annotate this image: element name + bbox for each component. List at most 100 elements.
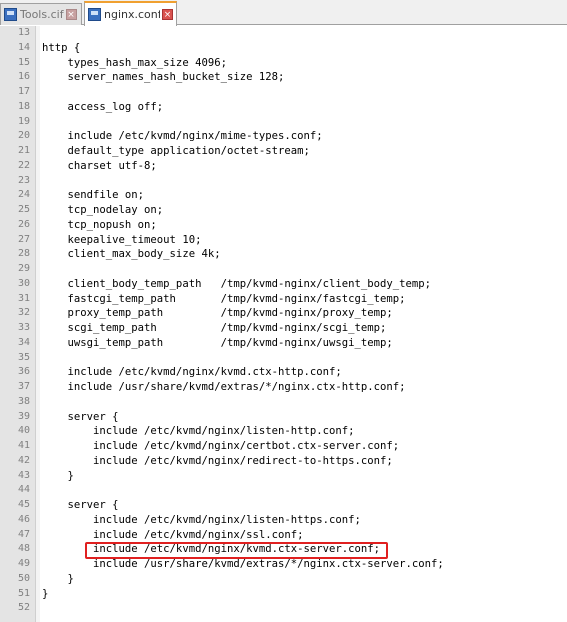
line-number: 49 <box>17 558 30 569</box>
code-line[interactable]: 45 server { <box>0 498 567 513</box>
line-number: 21 <box>17 145 30 156</box>
line-number: 37 <box>17 381 30 392</box>
code-text: include /usr/share/kvmd/extras/*/nginx.c… <box>42 558 444 570</box>
code-text: tcp_nopush on; <box>42 218 157 231</box>
code-line[interactable]: 22 charset utf-8; <box>0 159 567 174</box>
line-number: 22 <box>17 159 30 171</box>
code-line[interactable]: 43 } <box>0 469 567 484</box>
line-number: 30 <box>17 277 30 289</box>
code-line[interactable]: 37 include /usr/share/kvmd/extras/*/ngin… <box>0 380 567 395</box>
code-text: default_type application/octet-stream; <box>42 145 310 157</box>
line-number: 34 <box>17 336 30 348</box>
code-line[interactable]: 31 fastcgi_temp_path /tmp/kvmd-nginx/fas… <box>0 292 567 307</box>
code-text: uwsgi_temp_path /tmp/kvmd-nginx/uwsgi_te… <box>42 336 393 349</box>
code-line[interactable]: 48 include /etc/kvmd/nginx/kvmd.ctx-serv… <box>0 542 567 557</box>
code-text: include /etc/kvmd/nginx/redirect-to-http… <box>42 454 393 467</box>
code-line[interactable]: 41 include /etc/kvmd/nginx/certbot.ctx-s… <box>0 439 567 454</box>
code-line[interactable]: 46 include /etc/kvmd/nginx/listen-https.… <box>0 513 567 528</box>
code-text: fastcgi_temp_path /tmp/kvmd-nginx/fastcg… <box>42 292 406 305</box>
code-line[interactable]: 19 <box>0 115 567 130</box>
code-line[interactable]: 26 tcp_nopush on; <box>0 218 567 233</box>
code-line[interactable]: 32 proxy_temp_path /tmp/kvmd-nginx/proxy… <box>0 306 567 321</box>
code-line[interactable]: 28 client_max_body_size 4k; <box>0 247 567 262</box>
code-line[interactable]: 52 <box>0 601 567 616</box>
code-line[interactable]: 39 server { <box>0 410 567 425</box>
code-text: server { <box>42 499 119 511</box>
tab-label: nginx.conf <box>104 8 160 21</box>
code-line[interactable]: 51} <box>0 587 567 602</box>
line-number: 20 <box>17 130 30 142</box>
code-text: include /usr/share/kvmd/extras/*/nginx.c… <box>42 381 406 393</box>
line-number: 36 <box>17 366 30 378</box>
code-line[interactable]: 33 scgi_temp_path /tmp/kvmd-nginx/scgi_t… <box>0 321 567 336</box>
line-number: 33 <box>17 322 30 333</box>
line-number: 32 <box>17 307 30 319</box>
code-text: include /etc/kvmd/nginx/certbot.ctx-serv… <box>42 440 400 452</box>
code-line[interactable]: 23 <box>0 174 567 189</box>
line-number: 43 <box>17 469 30 481</box>
line-number: 15 <box>17 56 30 68</box>
code-line[interactable]: 34 uwsgi_temp_path /tmp/kvmd-nginx/uwsgi… <box>0 336 567 351</box>
code-line[interactable]: 50 } <box>0 572 567 587</box>
tab-nginx-conf[interactable]: nginx.conf × <box>84 1 177 26</box>
code-line[interactable]: 14 http { <box>0 41 567 56</box>
line-number: 13 <box>17 27 30 38</box>
line-number: 17 <box>17 86 30 97</box>
code-text: keepalive_timeout 10; <box>42 233 202 246</box>
code-text: proxy_temp_path /tmp/kvmd-nginx/proxy_te… <box>42 307 393 320</box>
code-line[interactable]: 40 include /etc/kvmd/nginx/listen-http.c… <box>0 424 567 439</box>
code-line[interactable]: 47 include /etc/kvmd/nginx/ssl.conf; <box>0 528 567 543</box>
code-text: client_body_temp_path /tmp/kvmd-nginx/cl… <box>42 277 432 290</box>
code-text: include /etc/kvmd/nginx/listen-http.conf… <box>42 425 355 438</box>
line-number: 40 <box>17 425 30 437</box>
line-number: 29 <box>17 263 30 274</box>
code-line[interactable]: 17 <box>0 85 567 100</box>
code-line[interactable]: 44 <box>0 483 567 498</box>
code-line[interactable]: 20 include /etc/kvmd/nginx/mime-types.co… <box>0 129 567 144</box>
close-icon[interactable]: × <box>65 9 77 20</box>
line-number: 18 <box>17 100 30 112</box>
code-line[interactable]: 36 include /etc/kvmd/nginx/kvmd.ctx-http… <box>0 365 567 380</box>
line-number: 45 <box>17 499 30 510</box>
line-number: 39 <box>17 410 30 422</box>
code-line[interactable]: 21 default_type application/octet-stream… <box>0 144 567 159</box>
code-line[interactable]: 35 <box>0 351 567 366</box>
code-editor[interactable]: 13 14 http {15 types_hash_max_size 4096; 16… <box>0 26 567 622</box>
code-text: client_max_body_size 4k; <box>42 248 221 261</box>
code-line[interactable]: 38 <box>0 395 567 410</box>
close-icon[interactable]: × <box>162 9 173 20</box>
code-line[interactable]: 25 tcp_nodelay on; <box>0 203 567 218</box>
line-number: 41 <box>17 440 30 451</box>
code-line[interactable]: 15 types_hash_max_size 4096; <box>0 56 567 71</box>
code-line[interactable]: 27 keepalive_timeout 10; <box>0 233 567 248</box>
code-text: include /etc/kvmd/nginx/kvmd.ctx-server.… <box>42 543 381 556</box>
code-text: types_hash_max_size 4096; <box>42 56 227 69</box>
tab-label: Tools.cif <box>20 8 64 21</box>
line-number: 38 <box>17 395 30 407</box>
code-text: include /etc/kvmd/nginx/ssl.conf; <box>42 528 304 541</box>
code-line[interactable]: 16 server_names_hash_bucket_size 128; <box>0 70 567 85</box>
code-text: } <box>42 572 74 585</box>
code-line[interactable]: 30 client_body_temp_path /tmp/kvmd-nginx… <box>0 277 567 292</box>
file-icon <box>4 8 17 21</box>
code-text: access_log off; <box>42 100 164 113</box>
code-text: server { <box>42 410 119 423</box>
code-line[interactable]: 18 access_log off; <box>0 100 567 115</box>
code-text: tcp_nodelay on; <box>42 204 164 216</box>
code-line[interactable]: 49 include /usr/share/kvmd/extras/*/ngin… <box>0 557 567 572</box>
code-text: scgi_temp_path /tmp/kvmd-nginx/scgi_temp… <box>42 322 387 334</box>
line-number: 16 <box>17 71 30 83</box>
line-number: 46 <box>17 513 30 525</box>
code-line[interactable]: 42 include /etc/kvmd/nginx/redirect-to-h… <box>0 454 567 469</box>
line-number: 25 <box>17 204 30 215</box>
code-text: http { <box>42 41 81 54</box>
line-number: 19 <box>17 115 30 127</box>
code-line[interactable]: 13 <box>0 26 567 41</box>
tab-tools-cif[interactable]: Tools.cif × <box>0 3 82 25</box>
code-text: server_names_hash_bucket_size 128; <box>42 71 285 84</box>
line-number: 35 <box>17 351 30 363</box>
code-text: } <box>42 587 49 600</box>
code-text: include /etc/kvmd/nginx/listen-https.con… <box>42 513 361 526</box>
code-line[interactable]: 24 sendfile on; <box>0 188 567 203</box>
code-line[interactable]: 29 <box>0 262 567 277</box>
